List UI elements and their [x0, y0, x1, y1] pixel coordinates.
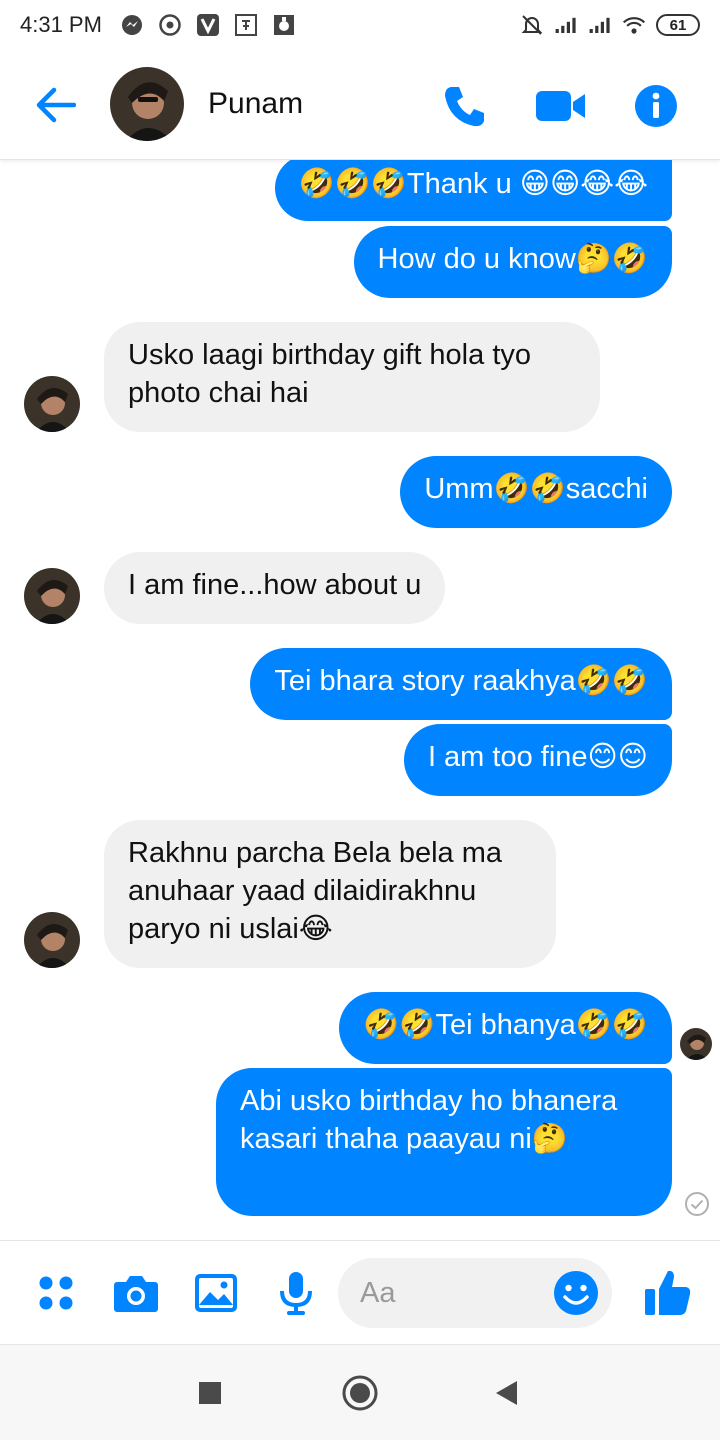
messenger-icon	[120, 13, 144, 37]
sender-avatar[interactable]	[24, 912, 80, 968]
status-time: 4:31 PM	[20, 12, 102, 37]
mute-icon	[520, 13, 544, 37]
phone-icon	[445, 87, 484, 127]
signal-icon	[588, 13, 612, 37]
voice-call-button[interactable]	[437, 78, 493, 134]
sender-avatar[interactable]	[24, 568, 80, 624]
gallery-button[interactable]	[192, 1269, 240, 1317]
wifi-icon	[622, 13, 646, 37]
message-composer	[0, 1240, 720, 1344]
apps-button[interactable]	[32, 1269, 80, 1317]
info-icon	[635, 85, 677, 127]
voice-record-button[interactable]	[272, 1269, 320, 1317]
system-nav-bar	[0, 1344, 720, 1440]
status-bar: 4:31 PM 61	[0, 0, 720, 50]
message-bubble-outgoing[interactable]: 🤣🤣Tei bhanya🤣🤣	[339, 992, 672, 1064]
sender-avatar[interactable]	[24, 376, 80, 432]
camera-button[interactable]	[112, 1269, 160, 1317]
sent-check-icon	[685, 1192, 709, 1216]
message-thread[interactable]: 🤣🤣🤣Thank u 😁😁😂😂 How do u know🤔🤣 Usko laa…	[0, 160, 720, 1240]
badge-icon	[272, 13, 296, 37]
message-bubble-outgoing[interactable]: 🤣🤣🤣Thank u 😁😁😂😂	[274, 160, 672, 221]
message-bubble-incoming[interactable]: Usko laagi birthday gift hola tyo photo …	[104, 322, 600, 432]
apps-icon	[39, 1276, 73, 1310]
recents-button[interactable]	[188, 1371, 232, 1415]
message-bubble-outgoing[interactable]: Abi usko birthday ho bhanera kasari thah…	[216, 1068, 672, 1216]
viber-icon	[196, 13, 220, 37]
home-button[interactable]	[338, 1371, 382, 1415]
emoji-button[interactable]	[552, 1269, 600, 1317]
signal-icon	[554, 13, 578, 37]
thumbs-up-icon	[645, 1270, 691, 1315]
contact-avatar[interactable]	[110, 67, 184, 141]
camera-icon	[114, 1276, 158, 1312]
contact-name[interactable]: Punam	[208, 87, 303, 121]
message-bubble-incoming[interactable]: I am fine...how about u	[104, 552, 446, 624]
message-bubble-outgoing[interactable]: Tei bhara story raakhya🤣🤣	[250, 648, 672, 720]
info-button[interactable]	[628, 78, 684, 134]
back-button[interactable]	[30, 80, 80, 130]
message-bubble-outgoing[interactable]: How do u know🤔🤣	[353, 226, 672, 298]
video-call-button[interactable]	[533, 78, 589, 134]
seen-receipt-avatar	[680, 1028, 712, 1060]
mic-icon	[280, 1272, 312, 1315]
recents-square-icon	[199, 1382, 221, 1404]
smiley-icon	[554, 1271, 598, 1315]
conversation-header: Punam	[0, 50, 720, 160]
chrome-icon	[158, 13, 182, 37]
back-triangle-icon	[496, 1381, 517, 1405]
message-bubble-outgoing[interactable]: I am too fine😊😊	[403, 724, 672, 796]
nav-back-button[interactable]	[484, 1371, 528, 1415]
app-icon	[234, 13, 258, 37]
video-icon	[536, 91, 585, 121]
arrow-left-icon	[36, 87, 76, 123]
home-circle-icon	[342, 1375, 378, 1411]
message-bubble-outgoing[interactable]: Umm🤣🤣sacchi	[400, 456, 672, 528]
image-icon	[195, 1274, 237, 1312]
like-button[interactable]	[640, 1265, 696, 1321]
battery-indicator: 61	[656, 14, 700, 36]
message-bubble-incoming[interactable]: Rakhnu parcha Bela bela ma anuhaar yaad …	[104, 820, 556, 968]
